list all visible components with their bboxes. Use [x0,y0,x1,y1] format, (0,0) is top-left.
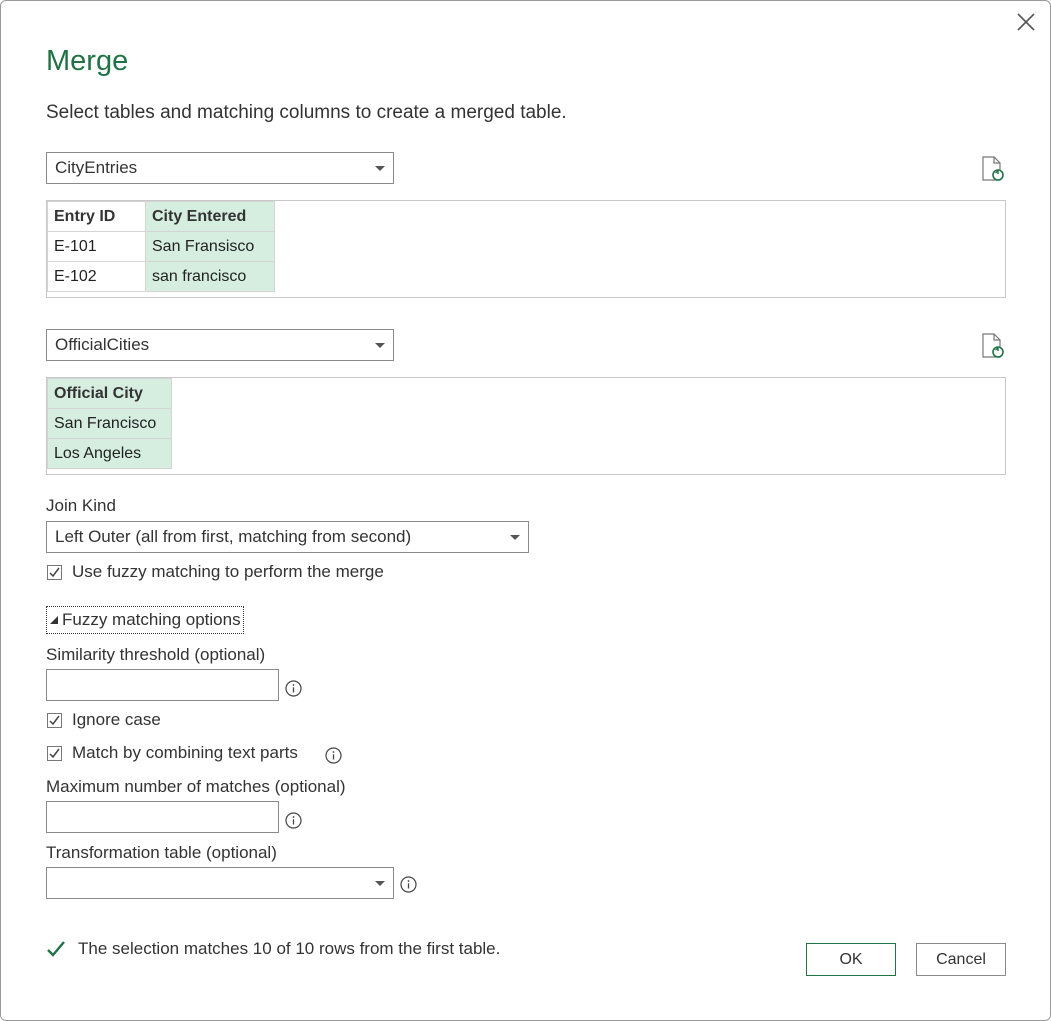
combine-info-button[interactable] [325,747,342,769]
first-table-dropdown[interactable]: CityEntries [46,152,394,184]
table-row: San Francisco [47,408,172,439]
join-kind-selected: Left Outer (all from first, matching fro… [55,527,412,546]
join-kind-label: Join Kind [46,496,116,515]
document-refresh-icon [982,333,1004,358]
merge-dialog: Merge Select tables and matching columns… [0,0,1051,1021]
table-cell: san francisco [145,261,275,292]
ignore-case-checkbox[interactable]: Ignore case [47,710,161,730]
close-button[interactable] [1011,7,1041,37]
info-icon [325,747,342,764]
cancel-button[interactable]: Cancel [916,943,1006,976]
first-table-grid: Entry ID City Entered E-101 San Fransisc… [47,201,275,292]
use-fuzzy-matching-label: Use fuzzy matching to perform the merge [72,562,384,581]
match-status-text: The selection matches 10 of 10 rows from… [78,939,501,958]
join-kind-dropdown[interactable]: Left Outer (all from first, matching fro… [46,521,529,553]
dialog-title: Merge [46,45,129,77]
similarity-threshold-input[interactable] [46,669,279,701]
combine-text-parts-checkbox[interactable]: Match by combining text parts [47,743,298,763]
match-status: The selection matches 10 of 10 rows from… [46,939,500,959]
ok-button[interactable]: OK [806,943,896,976]
use-fuzzy-matching-checkbox[interactable]: Use fuzzy matching to perform the merge [47,562,384,582]
max-matches-label: Maximum number of matches (optional) [46,777,346,796]
first-table-preview: Entry ID City Entered E-101 San Fransisc… [46,200,1006,298]
refresh-preview-button-first[interactable] [981,156,1005,187]
table-cell: Los Angeles [47,438,172,469]
chevron-down-icon [375,342,385,348]
checkbox-box [47,712,62,728]
refresh-preview-button-second[interactable] [981,333,1005,364]
table-cell: San Francisco [47,408,172,439]
close-icon [1017,13,1035,31]
fuzzy-options-label: Fuzzy matching options [62,610,241,629]
column-header-city-entered[interactable]: City Entered [145,201,275,232]
checkmark-icon [49,748,60,758]
transformation-table-dropdown[interactable] [46,867,394,899]
second-table-selected: OfficialCities [55,335,150,354]
similarity-info-button[interactable] [285,680,302,702]
combine-text-parts-label: Match by combining text parts [72,743,298,762]
transformation-info-button[interactable] [400,876,417,898]
success-check-icon [47,941,65,957]
expanded-triangle-icon [50,616,58,624]
fuzzy-options-toggle[interactable]: Fuzzy matching options [46,606,244,634]
table-cell: E-102 [47,261,146,292]
column-header-entry-id[interactable]: Entry ID [47,201,146,232]
chevron-down-icon [375,165,385,171]
table-cell: San Fransisco [145,231,275,262]
checkbox-box [47,745,62,761]
table-header-row: Entry ID City Entered [47,201,275,232]
transformation-table-label: Transformation table (optional) [46,843,277,862]
info-icon [400,876,417,893]
table-row: E-102 san francisco [47,261,275,292]
ignore-case-label: Ignore case [72,710,161,729]
checkbox-box [47,564,62,580]
second-table-preview: Official City San Francisco Los Angeles [46,377,1006,475]
table-row: Los Angeles [47,438,172,469]
second-table-dropdown[interactable]: OfficialCities [46,329,394,361]
second-table-grid: Official City San Francisco Los Angeles [47,378,172,469]
column-header-official-city[interactable]: Official City [47,378,172,409]
similarity-threshold-label: Similarity threshold (optional) [46,645,266,664]
info-icon [285,812,302,829]
table-cell: E-101 [47,231,146,262]
document-refresh-icon [982,156,1004,181]
chevron-down-icon [375,880,385,886]
max-matches-input[interactable] [46,801,279,833]
max-matches-info-button[interactable] [285,812,302,834]
checkmark-icon [49,567,60,577]
info-icon [285,680,302,697]
dialog-subtitle: Select tables and matching columns to cr… [46,102,567,123]
table-row: E-101 San Fransisco [47,231,275,262]
checkmark-icon [49,715,60,725]
first-table-selected: CityEntries [55,158,138,177]
chevron-down-icon [510,534,520,540]
table-header-row: Official City [47,378,172,409]
